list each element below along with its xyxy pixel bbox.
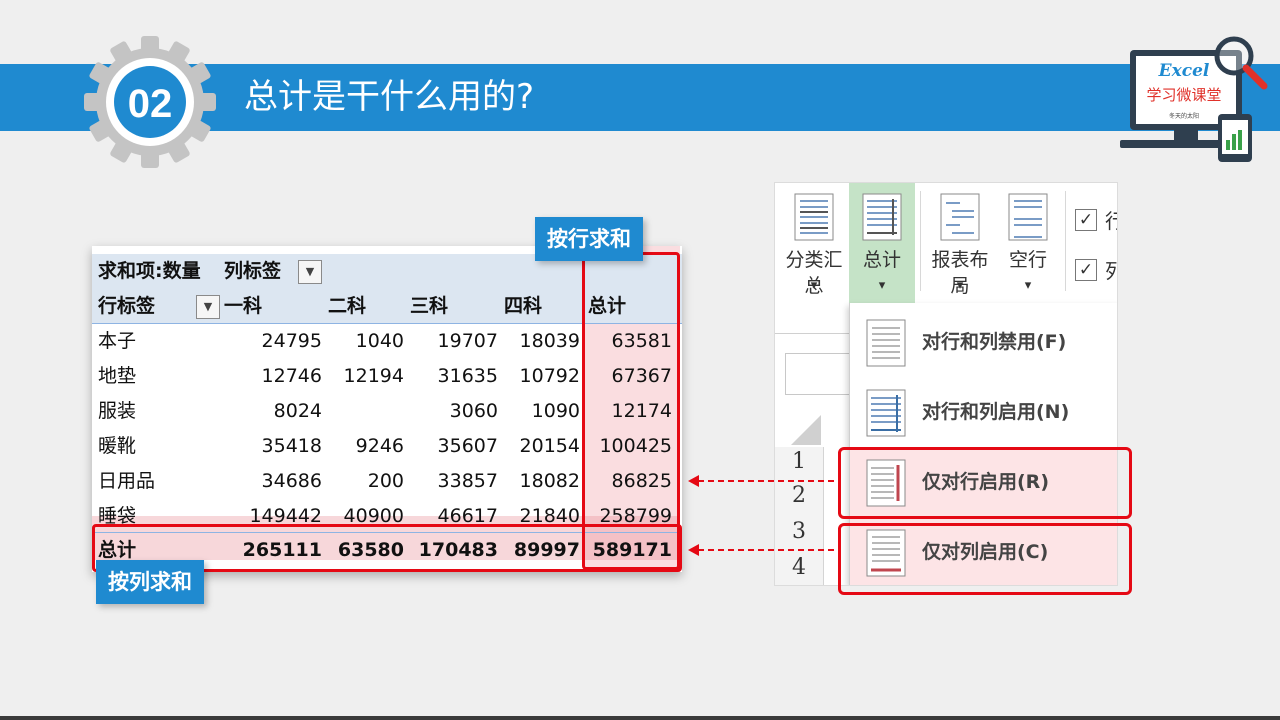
row-label: 服装 xyxy=(98,400,137,422)
select-all-corner[interactable] xyxy=(791,415,821,445)
data-cell: 35418 xyxy=(261,435,322,457)
data-cell: 9246 xyxy=(355,435,404,457)
excel-class-logo: Excel 学习微课堂 冬天的太阳 xyxy=(1120,36,1268,162)
slide-number: 02 xyxy=(128,82,173,126)
row-sum-highlight-box xyxy=(582,252,680,570)
column-headers-label: 列 xyxy=(1105,255,1117,284)
column-headers-checkbox[interactable]: ✓ xyxy=(1075,259,1097,281)
grand-totals-label: 总计 xyxy=(862,249,901,271)
data-cell: 1040 xyxy=(355,330,404,352)
data-cell: 18082 xyxy=(519,470,580,492)
subtotals-icon xyxy=(794,193,834,241)
data-cell: 8024 xyxy=(273,400,322,422)
row-label: 暖靴 xyxy=(98,435,137,457)
row-headers-checkbox[interactable]: ✓ xyxy=(1075,209,1097,231)
columns-only-arrowhead xyxy=(688,544,699,556)
blank-rows-button[interactable]: 空行 ▾ xyxy=(995,183,1061,303)
slide-title: 总计是干什么用的? xyxy=(244,77,535,117)
gear-badge-icon: 02 xyxy=(84,36,216,168)
row-number[interactable]: 3 xyxy=(775,519,823,544)
row-number[interactable]: 1 xyxy=(775,449,823,474)
row-filter-dropdown-icon[interactable]: ▼ xyxy=(196,295,220,319)
row-labels-caption: 行标签 xyxy=(98,295,156,317)
data-cell: 33857 xyxy=(437,470,498,492)
grand-totals-button[interactable]: 总计 ▾ xyxy=(849,183,915,303)
row-label: 日用品 xyxy=(98,470,156,492)
data-cell: 12746 xyxy=(261,365,322,387)
data-cell: 3060 xyxy=(449,400,498,422)
menu-item-off-for-rows-and-columns[interactable]: 对行和列禁用(F) xyxy=(850,307,1117,377)
data-cell: 12194 xyxy=(343,365,404,387)
report-layout-icon xyxy=(940,193,980,241)
row-sum-callout: 按行求和 xyxy=(535,217,643,261)
row-label: 本子 xyxy=(98,330,137,352)
column-header: 四科 xyxy=(504,295,543,317)
data-cell: 19707 xyxy=(437,330,498,352)
columns-only-highlight-box xyxy=(838,523,1132,595)
value-field-label: 求和项:数量 xyxy=(98,260,201,282)
blank-rows-icon xyxy=(1008,193,1048,241)
report-layout-button[interactable]: 报表布局 ▾ xyxy=(925,183,995,303)
data-cell: 34686 xyxy=(261,470,322,492)
data-cell: 35607 xyxy=(437,435,498,457)
row-headers-label: 行 xyxy=(1105,205,1117,234)
rows-only-highlight-box xyxy=(838,447,1132,519)
data-cell: 20154 xyxy=(519,435,580,457)
column-header: 一科 xyxy=(224,295,263,317)
row-number[interactable]: 2 xyxy=(775,483,823,508)
subtotals-button[interactable]: 分类汇总 ▾ xyxy=(779,183,849,303)
menu-item-on-for-rows-and-columns[interactable]: 对行和列启用(N) xyxy=(850,377,1117,447)
data-cell: 200 xyxy=(367,470,404,492)
svg-text:学习微课堂: 学习微课堂 xyxy=(1146,86,1221,104)
data-cell: 31635 xyxy=(437,365,498,387)
column-filter-dropdown-icon[interactable]: ▼ xyxy=(298,260,322,284)
column-header: 三科 xyxy=(410,295,449,317)
rows-only-arrowhead xyxy=(688,475,699,487)
menu-item-label: 对行和列禁用(F) xyxy=(922,331,1067,353)
name-box[interactable] xyxy=(785,353,851,395)
data-cell: 1090 xyxy=(531,400,580,422)
grand-totals-icon xyxy=(862,193,902,241)
column-header: 二科 xyxy=(328,295,367,317)
rows-only-arrow xyxy=(698,480,834,482)
blank-rows-label: 空行 xyxy=(1008,249,1047,271)
row-label: 地垫 xyxy=(98,365,137,387)
bottom-rule xyxy=(0,716,1280,720)
grand-totals-off-icon xyxy=(866,319,906,367)
column-labels-caption: 列标签 xyxy=(224,260,282,282)
data-cell: 18039 xyxy=(519,330,580,352)
data-cell: 24795 xyxy=(261,330,322,352)
data-cell: 10792 xyxy=(519,365,580,387)
svg-text:Excel: Excel xyxy=(1158,61,1210,81)
row-number[interactable]: 4 xyxy=(775,555,823,580)
svg-text:冬天的太阳: 冬天的太阳 xyxy=(1169,112,1199,120)
column-sum-callout: 按列求和 xyxy=(96,560,204,604)
grand-totals-on-icon xyxy=(866,389,906,437)
menu-item-label: 对行和列启用(N) xyxy=(922,401,1070,423)
columns-only-arrow xyxy=(698,549,834,551)
